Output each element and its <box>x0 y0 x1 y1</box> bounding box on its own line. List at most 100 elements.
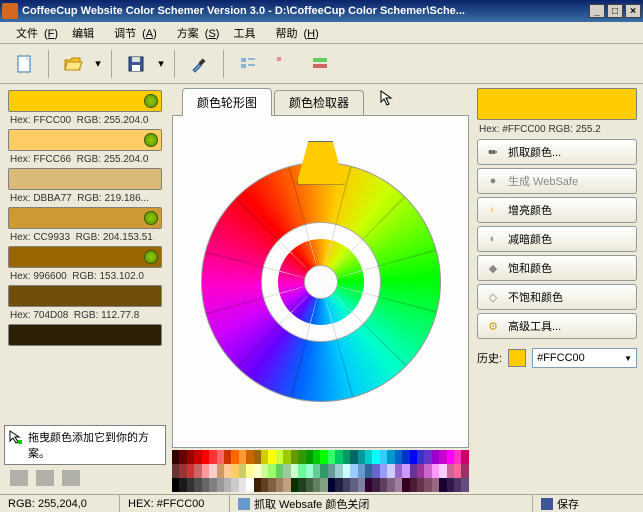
save-dropdown[interactable]: ▾ <box>156 57 166 70</box>
palette-cell[interactable] <box>187 464 194 478</box>
palette-cell[interactable] <box>246 464 253 478</box>
palette-cell[interactable] <box>454 464 461 478</box>
footer-icon-2[interactable] <box>36 470 54 486</box>
palette-cell[interactable] <box>372 464 379 478</box>
palette-cell[interactable] <box>454 450 461 464</box>
palette-cell[interactable] <box>350 450 357 464</box>
palette-cell[interactable] <box>246 450 253 464</box>
palette-cell[interactable] <box>387 478 394 492</box>
palette-cell[interactable] <box>239 464 246 478</box>
palette-cell[interactable] <box>320 450 327 464</box>
palette-cell[interactable] <box>358 478 365 492</box>
palette-cell[interactable] <box>179 450 186 464</box>
palette-cell[interactable] <box>447 464 454 478</box>
palette-cell[interactable] <box>268 464 275 478</box>
palette-cell[interactable] <box>306 464 313 478</box>
palette-cell[interactable] <box>424 450 431 464</box>
palette-cell[interactable] <box>268 478 275 492</box>
palette-cell[interactable] <box>343 450 350 464</box>
desaturate-button[interactable]: ◇不饱和颜色 <box>477 284 637 310</box>
palette-cell[interactable] <box>276 464 283 478</box>
palette-cell[interactable] <box>320 464 327 478</box>
palette-cell[interactable] <box>283 478 290 492</box>
scheme-swatch-2[interactable] <box>8 168 162 190</box>
palette-cell[interactable] <box>254 450 261 464</box>
lighten-button[interactable]: ◐增亮颜色 <box>477 197 637 223</box>
palette-cell[interactable] <box>417 464 424 478</box>
palette-cell[interactable] <box>261 464 268 478</box>
palette-cell[interactable] <box>461 464 468 478</box>
minimize-button[interactable]: _ <box>589 4 605 18</box>
menu-tools[interactable]: 工具 <box>227 23 261 43</box>
view1-button[interactable] <box>232 48 264 80</box>
palette-cell[interactable] <box>291 464 298 478</box>
color-wheel[interactable] <box>201 162 441 402</box>
palette-cell[interactable] <box>402 478 409 492</box>
menu-help[interactable]: 帮助(H) <box>263 23 324 43</box>
palette-cell[interactable] <box>239 450 246 464</box>
palette-cell[interactable] <box>231 464 238 478</box>
darken-button[interactable]: ◐减暗颜色 <box>477 226 637 252</box>
palette-cell[interactable] <box>283 464 290 478</box>
scheme-swatch-4[interactable] <box>8 246 162 268</box>
palette-cell[interactable] <box>246 478 253 492</box>
palette-cell[interactable] <box>291 478 298 492</box>
palette-cell[interactable] <box>395 450 402 464</box>
palette-cell[interactable] <box>402 464 409 478</box>
palette-cell[interactable] <box>372 478 379 492</box>
palette-cell[interactable] <box>410 450 417 464</box>
palette-cell[interactable] <box>365 464 372 478</box>
maximize-button[interactable]: □ <box>607 4 623 18</box>
palette-cell[interactable] <box>261 478 268 492</box>
new-button[interactable] <box>8 48 40 80</box>
palette-cell[interactable] <box>306 478 313 492</box>
palette-cell[interactable] <box>439 450 446 464</box>
palette-cell[interactable] <box>231 478 238 492</box>
palette-cell[interactable] <box>447 478 454 492</box>
scheme-swatch-3[interactable] <box>8 207 162 229</box>
palette-cell[interactable] <box>298 478 305 492</box>
footer-icon-1[interactable] <box>10 470 28 486</box>
palette-cell[interactable] <box>231 450 238 464</box>
palette-cell[interactable] <box>335 450 342 464</box>
palette-cell[interactable] <box>313 464 320 478</box>
palette-cell[interactable] <box>179 478 186 492</box>
palette-cell[interactable] <box>276 450 283 464</box>
palette-cell[interactable] <box>395 478 402 492</box>
palette-cell[interactable] <box>402 450 409 464</box>
palette-cell[interactable] <box>224 450 231 464</box>
palette-cell[interactable] <box>335 464 342 478</box>
close-button[interactable]: × <box>625 4 641 18</box>
palette-cell[interactable] <box>254 478 261 492</box>
tab-color-picker[interactable]: 颜色检取器 <box>274 90 364 116</box>
palette-cell[interactable] <box>276 478 283 492</box>
palette-cell[interactable] <box>209 464 216 478</box>
palette-cell[interactable] <box>439 464 446 478</box>
open-button[interactable] <box>57 48 89 80</box>
palette-cell[interactable] <box>432 464 439 478</box>
palette-cell[interactable] <box>194 464 201 478</box>
palette-cell[interactable] <box>239 478 246 492</box>
palette-bar[interactable] <box>172 450 469 492</box>
inner-wheel[interactable] <box>278 239 364 325</box>
palette-cell[interactable] <box>387 450 394 464</box>
scheme-swatch-1[interactable] <box>8 129 162 151</box>
palette-cell[interactable] <box>380 464 387 478</box>
palette-cell[interactable] <box>187 450 194 464</box>
palette-cell[interactable] <box>209 450 216 464</box>
palette-cell[interactable] <box>283 450 290 464</box>
websafe-button[interactable]: ●生成 WebSafe <box>477 168 637 194</box>
saturate-button[interactable]: ◆饱和颜色 <box>477 255 637 281</box>
palette-cell[interactable] <box>217 450 224 464</box>
palette-cell[interactable] <box>461 450 468 464</box>
palette-cell[interactable] <box>365 478 372 492</box>
menu-file[interactable]: 文件(F) <box>4 23 64 43</box>
palette-cell[interactable] <box>217 464 224 478</box>
palette-cell[interactable] <box>328 450 335 464</box>
palette-cell[interactable] <box>461 478 468 492</box>
palette-cell[interactable] <box>454 478 461 492</box>
history-dropdown[interactable]: #FFCC00▼ <box>532 348 637 368</box>
save-button[interactable] <box>120 48 152 80</box>
pick-color-button[interactable]: ✏抓取颜色... <box>477 139 637 165</box>
palette-cell[interactable] <box>380 478 387 492</box>
